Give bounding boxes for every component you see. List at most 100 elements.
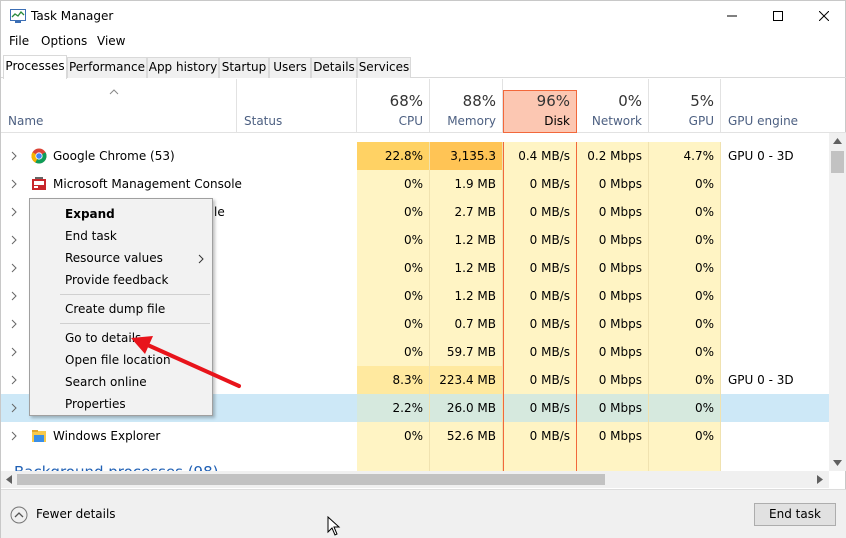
- process-name: Windows Explorer: [53, 429, 161, 443]
- task-manager-icon: [10, 9, 26, 23]
- tab-services[interactable]: Services: [357, 57, 411, 78]
- table-row[interactable]: Windows Explorer 0% 52.6 MB 0 MB/s 0 Mbp…: [1, 422, 829, 450]
- gpu-engine-cell: [721, 170, 829, 198]
- tab-strip: Processes Performance App history Startu…: [1, 55, 846, 79]
- gpu-cell: 0%: [649, 198, 721, 226]
- scroll-right-icon[interactable]: [817, 475, 823, 484]
- scroll-down-icon[interactable]: [833, 460, 842, 466]
- memory-cell: 223.4 MB: [430, 366, 503, 394]
- menu-options[interactable]: Options: [41, 34, 87, 48]
- gpu-cell: 0%: [649, 310, 721, 338]
- chevron-right-icon[interactable]: [11, 319, 17, 329]
- scroll-left-icon[interactable]: [6, 475, 12, 484]
- header-gpu-engine-label: GPU engine: [728, 114, 799, 128]
- cpu-cell: 2.2%: [357, 394, 430, 422]
- network-cell: 0.2 Mbps: [577, 142, 649, 170]
- cpu-cell: 0%: [357, 254, 430, 282]
- chevron-right-icon[interactable]: [11, 235, 17, 245]
- network-cell: 0 Mbps: [577, 422, 649, 450]
- gpu-engine-cell: [721, 198, 829, 226]
- chevron-right-icon[interactable]: [11, 151, 17, 161]
- disk-cell: 0 MB/s: [503, 394, 577, 422]
- gpu-cell: 0%: [649, 254, 721, 282]
- chevron-right-icon[interactable]: [11, 375, 17, 385]
- network-cell: 0 Mbps: [577, 338, 649, 366]
- memory-cell-filler: [430, 450, 503, 473]
- horizontal-scrollbar[interactable]: [1, 471, 829, 488]
- process-name: le: [214, 205, 225, 219]
- memory-cell: 1.9 MB: [430, 170, 503, 198]
- gpu-cell: 4.7%: [649, 142, 721, 170]
- ctx-properties[interactable]: Properties: [65, 397, 126, 411]
- ctx-resource-values[interactable]: Resource values: [65, 251, 163, 265]
- disk-cell: 0 MB/s: [503, 254, 577, 282]
- tab-performance[interactable]: Performance: [67, 57, 147, 78]
- header-gpu[interactable]: 5% GPU: [649, 79, 721, 133]
- chevron-right-icon[interactable]: [11, 263, 17, 273]
- chevron-right-icon[interactable]: [11, 431, 17, 441]
- ctx-separator: [60, 323, 210, 324]
- gpu-cell: 0%: [649, 282, 721, 310]
- scroll-up-icon[interactable]: [833, 138, 842, 144]
- ctx-provide-feedback[interactable]: Provide feedback: [65, 273, 168, 287]
- tab-app-history[interactable]: App history: [147, 57, 219, 78]
- header-gpu-engine[interactable]: GPU engine: [721, 79, 829, 133]
- gpu-cell: 0%: [649, 170, 721, 198]
- header-network-label: Network: [591, 114, 642, 128]
- tab-users[interactable]: Users: [269, 57, 311, 78]
- memory-cell: 59.7 MB: [430, 338, 503, 366]
- chevron-right-icon[interactable]: [11, 403, 17, 413]
- end-task-button[interactable]: End task: [754, 503, 836, 526]
- header-name[interactable]: Name: [1, 79, 237, 133]
- header-memory[interactable]: 88% Memory: [430, 79, 503, 133]
- tab-startup[interactable]: Startup: [219, 57, 269, 78]
- cpu-cell: 0%: [357, 170, 430, 198]
- tab-processes[interactable]: Processes: [3, 55, 67, 79]
- vertical-scrollbar[interactable]: [829, 133, 846, 471]
- disk-cell: 0 MB/s: [503, 422, 577, 450]
- menu-file[interactable]: File: [9, 34, 29, 48]
- annotation-arrow-icon: [131, 336, 241, 388]
- header-gpu-label: GPU: [688, 114, 714, 128]
- disk-cell: 0 MB/s: [503, 198, 577, 226]
- close-button[interactable]: [801, 1, 846, 31]
- horizontal-scroll-thumb[interactable]: [17, 474, 605, 485]
- chevron-up-circle-icon[interactable]: [10, 506, 28, 524]
- sort-up-icon: [109, 89, 119, 95]
- tab-details[interactable]: Details: [311, 57, 357, 78]
- minimize-button[interactable]: [709, 1, 755, 31]
- chevron-right-icon[interactable]: [11, 291, 17, 301]
- gpu-cell: 0%: [649, 338, 721, 366]
- disk-cell: 0 MB/s: [503, 310, 577, 338]
- table-row[interactable]: Microsoft Management Console 0% 1.9 MB 0…: [1, 170, 829, 198]
- chevron-right-icon[interactable]: [11, 179, 17, 189]
- memory-cell: 26.0 MB: [430, 394, 503, 422]
- memory-cell: 2.7 MB: [430, 198, 503, 226]
- ctx-end-task[interactable]: End task: [65, 229, 117, 243]
- cpu-cell: 22.8%: [357, 142, 430, 170]
- menu-view[interactable]: View: [97, 34, 125, 48]
- cpu-cell: 0%: [357, 338, 430, 366]
- maximize-button[interactable]: [755, 1, 801, 31]
- cpu-cell: 0%: [357, 422, 430, 450]
- chevron-right-icon[interactable]: [11, 347, 17, 357]
- header-disk[interactable]: 96% Disk: [503, 90, 577, 133]
- chevron-right-icon[interactable]: [11, 207, 17, 217]
- gpu-cell: 0%: [649, 394, 721, 422]
- header-status[interactable]: Status: [237, 79, 357, 133]
- maximize-icon: [773, 11, 783, 21]
- vertical-scroll-thumb[interactable]: [831, 151, 844, 173]
- header-status-label: Status: [244, 114, 283, 128]
- ctx-expand[interactable]: Expand: [65, 207, 115, 221]
- cpu-cell: 0%: [357, 282, 430, 310]
- disk-cell: 0 MB/s: [503, 226, 577, 254]
- fewer-details-link[interactable]: Fewer details: [36, 507, 116, 521]
- minimize-icon: [727, 15, 737, 17]
- header-cpu[interactable]: 68% CPU: [357, 79, 430, 133]
- window-title: Task Manager: [31, 9, 114, 23]
- header-network[interactable]: 0% Network: [577, 79, 649, 133]
- ctx-create-dump-file[interactable]: Create dump file: [65, 302, 165, 316]
- memory-cell: 1.2 MB: [430, 254, 503, 282]
- cpu-cell: 0%: [357, 198, 430, 226]
- table-row[interactable]: Google Chrome (53) 22.8% 3,135.3 MB 0.4 …: [1, 142, 829, 191]
